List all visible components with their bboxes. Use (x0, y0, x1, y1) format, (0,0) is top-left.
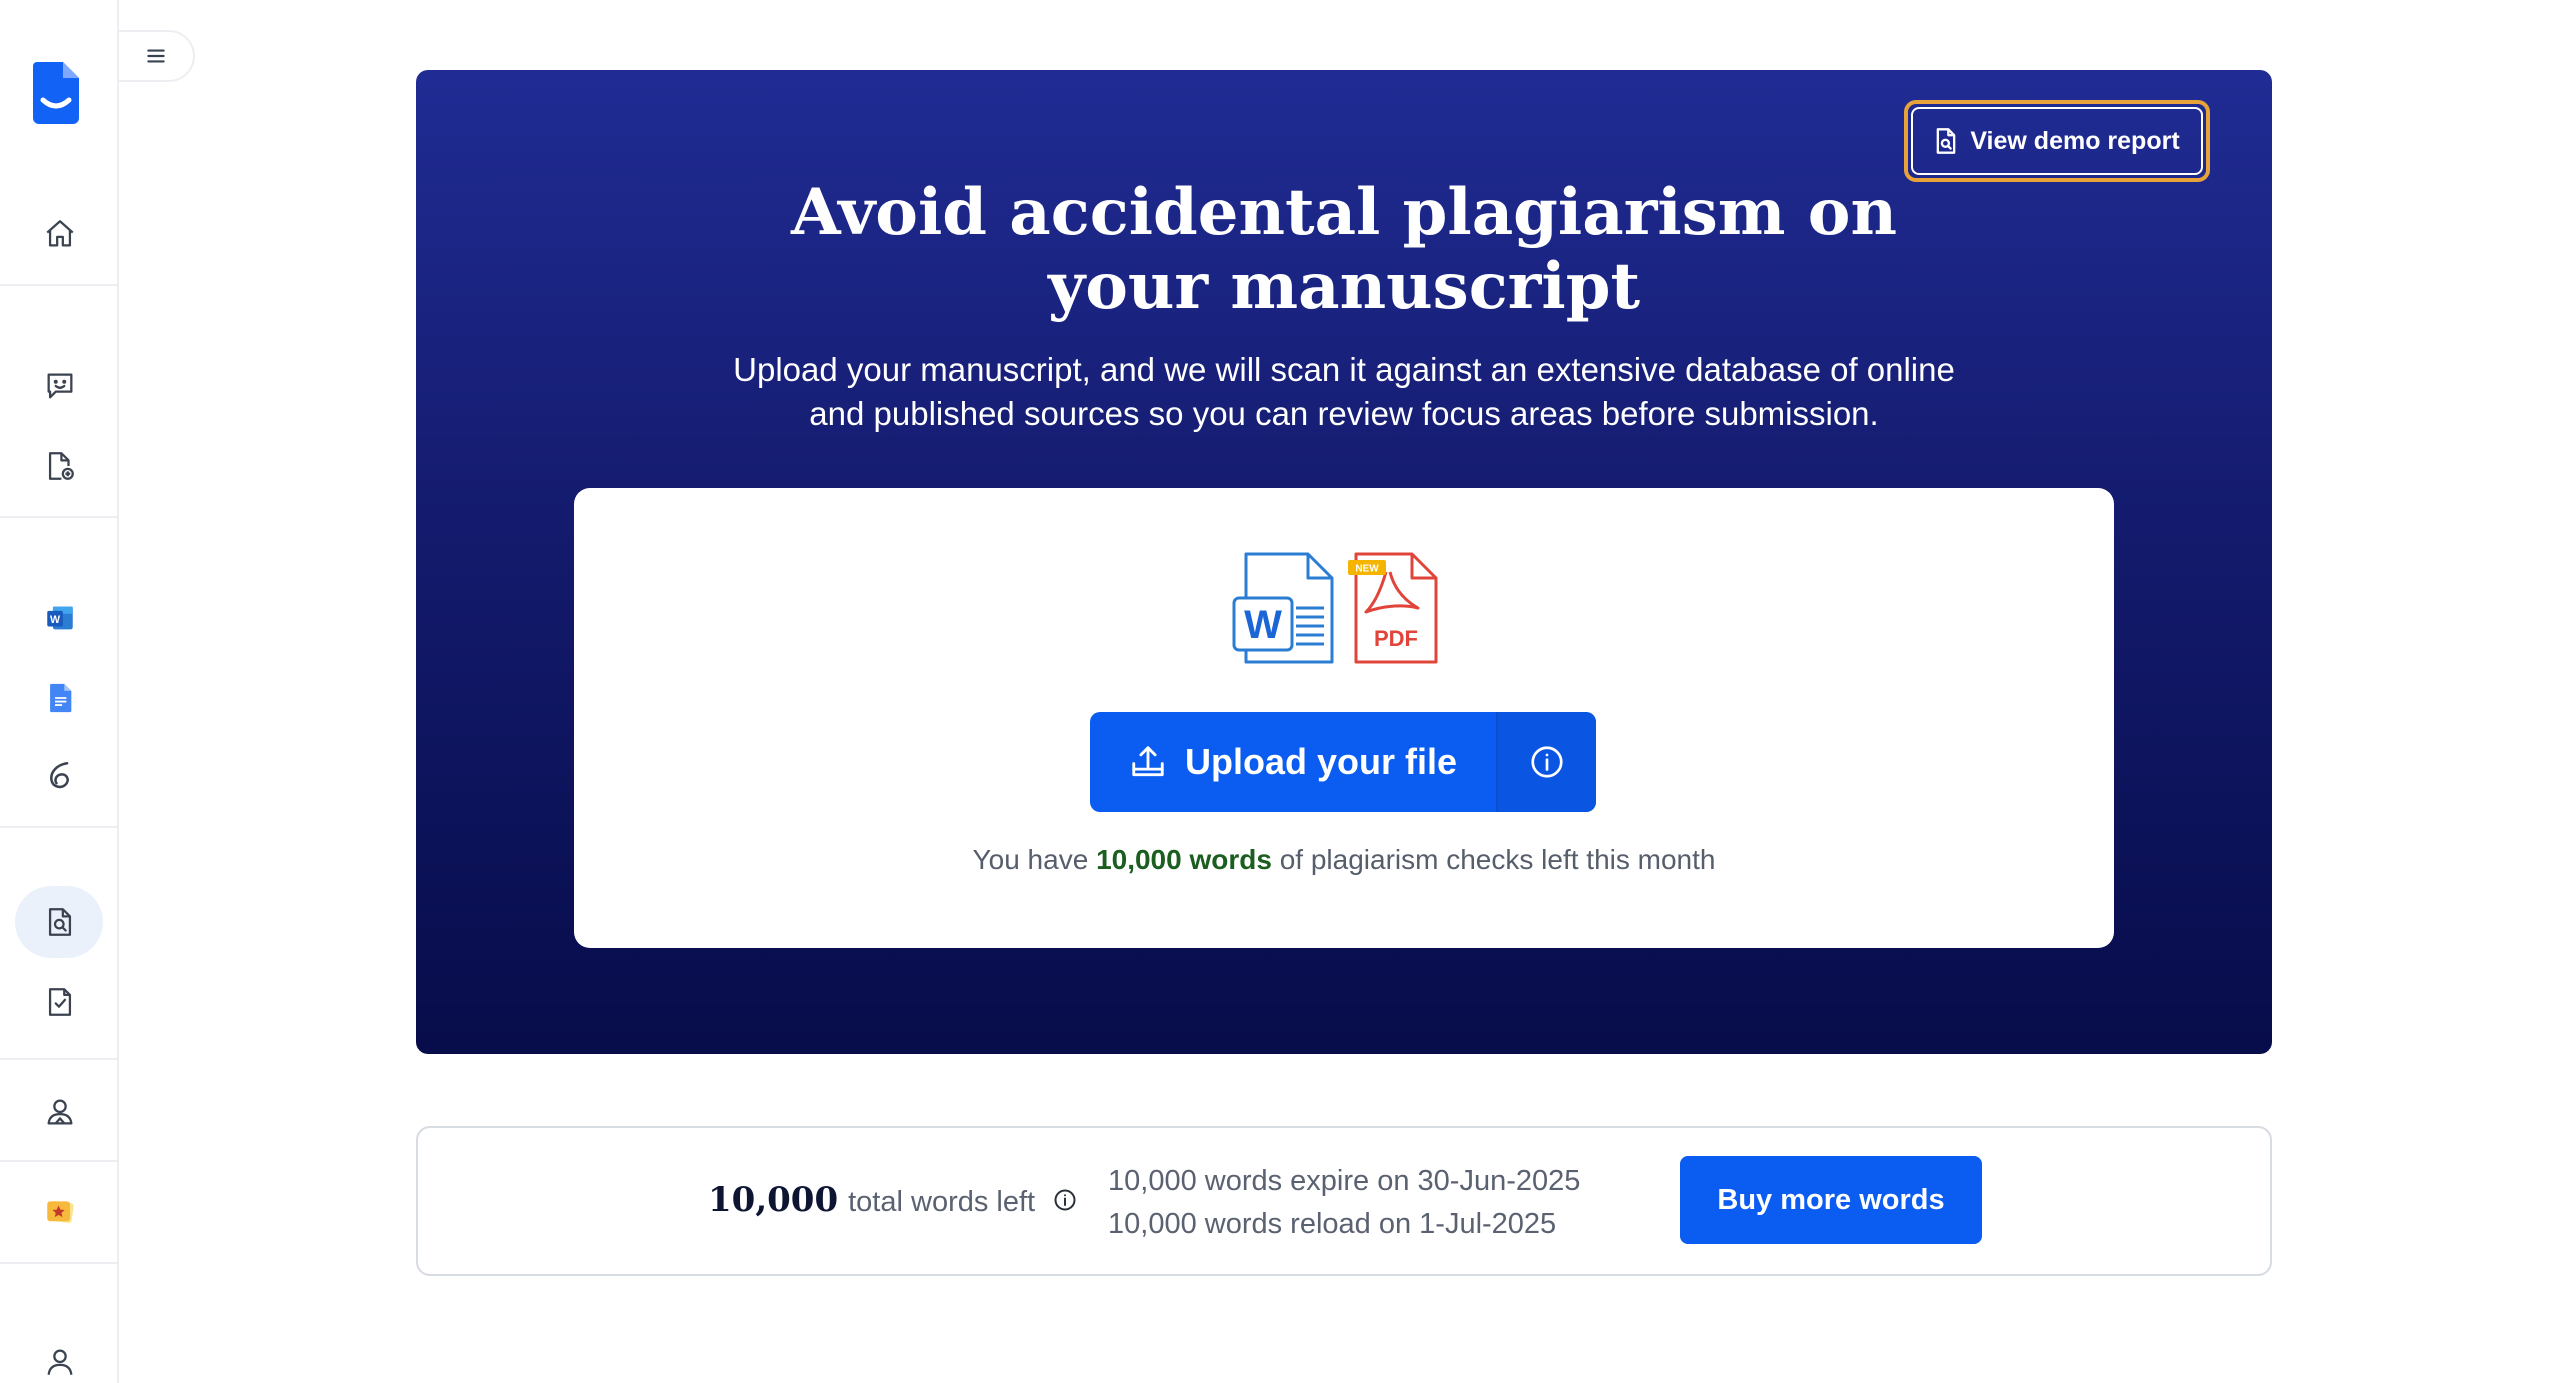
new-badge-label: NEW (1355, 564, 1379, 575)
overleaf-icon[interactable] (34, 750, 86, 802)
page-title: Avoid accidental plagiarism on your manu… (416, 176, 2272, 324)
page-subtitle: Upload your manuscript, and we will scan… (416, 348, 2272, 436)
page-title-line2: your manuscript (1048, 249, 1640, 324)
sidebar-divider (0, 1058, 119, 1060)
monthly-words-left: You have 10,000 words of plagiarism chec… (574, 844, 2114, 876)
app-root: W View demo report Avoid accidental plag… (0, 0, 2560, 1383)
upload-button-group: Upload your file (1090, 712, 1596, 812)
total-words-left: 10,000 total words left (708, 1180, 1077, 1220)
sidebar-divider (0, 1262, 119, 1264)
word-icon[interactable]: W (34, 592, 86, 644)
total-words-label: total words left (848, 1186, 1036, 1218)
view-demo-report-button-inner[interactable]: View demo report (1911, 107, 2203, 175)
pdf-label: PDF (1374, 626, 1418, 651)
document-search-icon[interactable] (34, 896, 86, 948)
upload-icon (1132, 746, 1164, 777)
user-icon[interactable] (34, 1336, 86, 1383)
word-file-icon: W (1232, 552, 1334, 664)
people-icon[interactable] (34, 1086, 86, 1138)
total-words-value: 10,000 (708, 1180, 839, 1220)
page-title-line1: Avoid accidental plagiarism on (791, 175, 1897, 250)
document-search-icon (1936, 128, 1956, 154)
star-icon[interactable] (34, 1186, 86, 1238)
google-docs-icon[interactable] (34, 672, 86, 724)
page-subtitle-line2: and published sources so you can review … (809, 395, 1879, 432)
words-expiry-info: 10,000 words expire on 30-Jun-2025 10,00… (1108, 1160, 1580, 1246)
buy-more-words-button[interactable]: Buy more words (1680, 1156, 1982, 1244)
words-left-prefix: You have (972, 844, 1089, 875)
pdf-file-icon: PDF NEW (1348, 552, 1438, 664)
app-logo-icon[interactable] (33, 62, 79, 124)
sidebar-divider (0, 284, 119, 286)
document-add-icon[interactable] (34, 440, 86, 492)
sidebar-divider (0, 516, 119, 518)
home-icon[interactable] (34, 208, 86, 260)
upload-info-button[interactable] (1496, 712, 1596, 812)
word-letter: W (1244, 603, 1282, 647)
sidebar-divider (0, 1160, 119, 1162)
sidebar-divider (0, 826, 119, 828)
page-subtitle-line1: Upload your manuscript, and we will scan… (733, 351, 1955, 388)
sidebar: W (0, 0, 119, 1383)
document-check-icon[interactable] (34, 976, 86, 1028)
info-icon (1531, 746, 1563, 778)
info-icon[interactable] (1053, 1188, 1077, 1212)
view-demo-report-button[interactable]: View demo report (1904, 100, 2210, 182)
upload-file-label: Upload your file (1184, 741, 1458, 782)
words-left-suffix: of plagiarism checks left this month (1279, 844, 1716, 875)
words-left-value: 10,000 words (1096, 844, 1272, 875)
words-reload-line: 10,000 words reload on 1-Jul-2025 (1108, 1208, 1557, 1240)
view-demo-report-label: View demo report (1970, 126, 2180, 155)
file-type-icons: W PDF NEW (1226, 548, 1466, 670)
upload-file-button[interactable]: Upload your file (1090, 712, 1496, 812)
hamburger-icon (147, 49, 165, 63)
chat-smile-icon[interactable] (34, 360, 86, 412)
svg-text:W: W (50, 614, 60, 626)
words-expire-line: 10,000 words expire on 30-Jun-2025 (1108, 1165, 1581, 1197)
menu-toggle-button[interactable] (119, 30, 195, 82)
